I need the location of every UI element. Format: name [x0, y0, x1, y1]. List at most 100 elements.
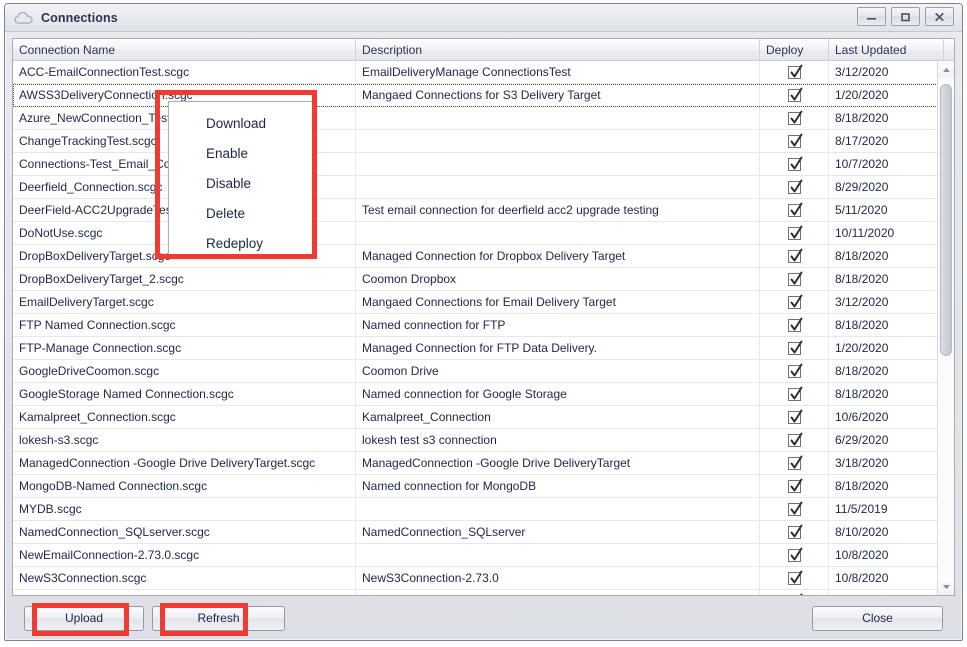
- cell-deploy[interactable]: [760, 590, 829, 595]
- table-row[interactable]: AWSS3DeliveryConnection.scgcMangaed Conn…: [13, 84, 954, 107]
- minimize-button[interactable]: [857, 7, 886, 26]
- deploy-checkbox-checked[interactable]: [788, 250, 801, 263]
- cell-deploy[interactable]: [760, 498, 829, 520]
- table-row[interactable]: GoogleStorage Named Connection.scgcNamed…: [13, 383, 954, 406]
- table-row[interactable]: FTP Named Connection.scgcNamed connectio…: [13, 314, 954, 337]
- deploy-checkbox-checked[interactable]: [788, 135, 801, 148]
- table-row[interactable]: NamedConnection_SQLserver.scgcNamedConne…: [13, 521, 954, 544]
- cell-deploy[interactable]: [760, 199, 829, 221]
- cell-connection-name: EmailDeliveryTarget.scgc: [13, 291, 356, 313]
- cell-description: Named connection for MongoDB: [356, 475, 760, 497]
- table-row[interactable]: NewEmailConnection-2.73.0.scgc10/8/2020: [13, 544, 954, 567]
- deploy-checkbox-checked[interactable]: [788, 181, 801, 194]
- cell-deploy[interactable]: [760, 475, 829, 497]
- cell-deploy[interactable]: [760, 84, 829, 106]
- table-row[interactable]: lokesh-s3.scgclokesh test s3 connection6…: [13, 429, 954, 452]
- column-header-last-updated[interactable]: Last Updated: [829, 39, 944, 60]
- table-row[interactable]: FTP-Manage Connection.scgcManaged Connec…: [13, 337, 954, 360]
- cell-deploy[interactable]: [760, 176, 829, 198]
- column-header-description[interactable]: Description: [356, 39, 760, 60]
- deploy-checkbox-checked[interactable]: [788, 319, 801, 332]
- deploy-checkbox-checked[interactable]: [788, 503, 801, 516]
- deploy-checkbox-checked[interactable]: [788, 595, 801, 596]
- table-row[interactable]: DropBoxDeliveryTarget.scgcManaged Connec…: [13, 245, 954, 268]
- context-menu-item-download[interactable]: Download: [169, 108, 312, 138]
- table-row[interactable]: Connections-Test_Email_Connection.scgc10…: [13, 153, 954, 176]
- maximize-button[interactable]: [891, 7, 920, 26]
- cell-deploy[interactable]: [760, 337, 829, 359]
- table-row[interactable]: DoNotUse.scgc10/11/2020: [13, 222, 954, 245]
- cell-deploy[interactable]: [760, 383, 829, 405]
- deploy-checkbox-checked[interactable]: [788, 434, 801, 447]
- context-menu-item-redeploy[interactable]: Redeploy: [169, 228, 312, 258]
- row-context-menu[interactable]: DownloadEnableDisableDeleteRedeploy: [168, 101, 313, 256]
- table-row[interactable]: Kamalpreet_Connection.scgcKamalpreet_Con…: [13, 406, 954, 429]
- table-row[interactable]: DropBoxDeliveryTarget_2.scgcCoomon Dropb…: [13, 268, 954, 291]
- close-button[interactable]: [925, 7, 954, 26]
- deploy-checkbox-checked[interactable]: [788, 526, 801, 539]
- cell-deploy[interactable]: [760, 406, 829, 428]
- cell-deploy[interactable]: [760, 245, 829, 267]
- context-menu-item-delete[interactable]: Delete: [169, 198, 312, 228]
- cell-last-updated: 10/11/2020: [829, 222, 944, 244]
- upload-button[interactable]: Upload: [24, 606, 144, 631]
- table-row[interactable]: Deerfield_Connection.scgc8/29/2020: [13, 176, 954, 199]
- deploy-checkbox-checked[interactable]: [788, 549, 801, 562]
- scrollbar-thumb[interactable]: [940, 84, 952, 356]
- column-header-connection-name[interactable]: Connection Name: [13, 39, 356, 60]
- context-menu-item-disable[interactable]: Disable: [169, 168, 312, 198]
- table-row[interactable]: ManagedConnection -Google Drive Delivery…: [13, 452, 954, 475]
- table-row[interactable]: Ramendra_Email_Connection.scgcRamendra_E…: [13, 590, 954, 595]
- cell-deploy[interactable]: [760, 222, 829, 244]
- cell-deploy[interactable]: [760, 567, 829, 589]
- grid-vertical-scrollbar[interactable]: [937, 61, 954, 595]
- cell-deploy[interactable]: [760, 314, 829, 336]
- table-row[interactable]: DeerField-ACC2UpgradeTest.scgcTest email…: [13, 199, 954, 222]
- table-row[interactable]: MongoDB-Named Connection.scgcNamed conne…: [13, 475, 954, 498]
- cell-deploy[interactable]: [760, 107, 829, 129]
- cell-description: NewS3Connection-2.73.0: [356, 567, 760, 589]
- deploy-checkbox-checked[interactable]: [788, 158, 801, 171]
- cell-last-updated: 8/18/2020: [829, 360, 944, 382]
- cell-deploy[interactable]: [760, 360, 829, 382]
- deploy-checkbox-checked[interactable]: [788, 296, 801, 309]
- cell-description: [356, 176, 760, 198]
- cell-deploy[interactable]: [760, 291, 829, 313]
- deploy-checkbox-checked[interactable]: [788, 112, 801, 125]
- refresh-button[interactable]: Refresh: [152, 606, 285, 631]
- cell-deploy[interactable]: [760, 130, 829, 152]
- deploy-checkbox-checked[interactable]: [788, 273, 801, 286]
- close-dialog-button[interactable]: Close: [812, 606, 943, 631]
- cell-deploy[interactable]: [760, 429, 829, 451]
- scroll-down-icon[interactable]: [938, 578, 954, 595]
- table-row[interactable]: ACC-EmailConnectionTest.scgcEmailDeliver…: [13, 61, 954, 84]
- scroll-up-icon[interactable]: [938, 61, 954, 78]
- cell-deploy[interactable]: [760, 544, 829, 566]
- deploy-checkbox-checked[interactable]: [788, 572, 801, 585]
- cell-description: Named connection for Google Storage: [356, 383, 760, 405]
- column-header-deploy[interactable]: Deploy: [760, 39, 829, 60]
- deploy-checkbox-checked[interactable]: [788, 66, 801, 79]
- deploy-checkbox-checked[interactable]: [788, 388, 801, 401]
- table-row[interactable]: Azure_NewConnection_Test.scgc8/18/2020: [13, 107, 954, 130]
- table-row[interactable]: GoogleDriveCoomon.scgcCoomon Drive8/18/2…: [13, 360, 954, 383]
- table-row[interactable]: NewS3Connection.scgcNewS3Connection-2.73…: [13, 567, 954, 590]
- cell-deploy[interactable]: [760, 452, 829, 474]
- deploy-checkbox-checked[interactable]: [788, 365, 801, 378]
- cell-deploy[interactable]: [760, 268, 829, 290]
- table-row[interactable]: EmailDeliveryTarget.scgcMangaed Connecti…: [13, 291, 954, 314]
- deploy-checkbox-checked[interactable]: [788, 411, 801, 424]
- cell-deploy[interactable]: [760, 521, 829, 543]
- deploy-checkbox-checked[interactable]: [788, 342, 801, 355]
- context-menu-item-enable[interactable]: Enable: [169, 138, 312, 168]
- deploy-checkbox-checked[interactable]: [788, 457, 801, 470]
- deploy-checkbox-checked[interactable]: [788, 227, 801, 240]
- table-row[interactable]: ChangeTrackingTest.scgc8/17/2020: [13, 130, 954, 153]
- window-titlebar: Connections: [5, 4, 962, 32]
- table-row[interactable]: MYDB.scgc11/5/2019: [13, 498, 954, 521]
- deploy-checkbox-checked[interactable]: [788, 204, 801, 217]
- cell-deploy[interactable]: [760, 153, 829, 175]
- deploy-checkbox-checked[interactable]: [788, 89, 801, 102]
- deploy-checkbox-checked[interactable]: [788, 480, 801, 493]
- cell-deploy[interactable]: [760, 61, 829, 83]
